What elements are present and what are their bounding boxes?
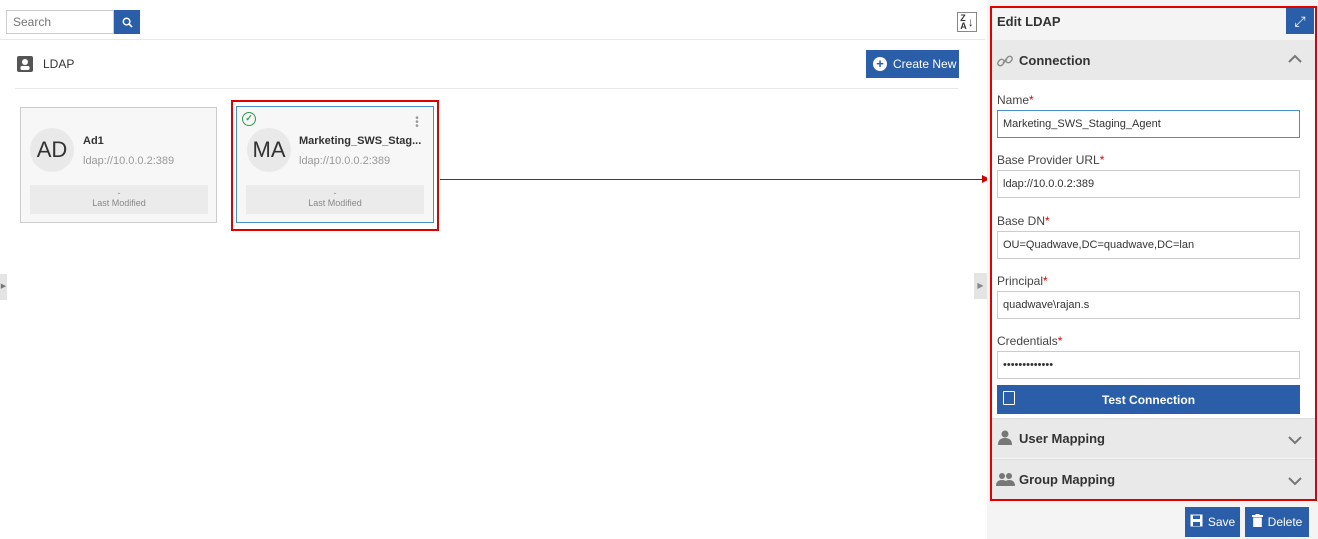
annotation-arrow-line xyxy=(440,179,985,180)
save-button[interactable]: Save xyxy=(1185,507,1240,537)
last-modified-label: Last Modified xyxy=(92,198,146,208)
panel-highlight-box xyxy=(990,6,1317,501)
last-modified-value: - xyxy=(117,188,121,198)
section-divider xyxy=(15,88,958,89)
floppy-disk-icon xyxy=(1190,514,1203,530)
card-footer: - Last Modified xyxy=(30,185,208,214)
search-button[interactable] xyxy=(114,10,140,34)
panel-collapse-handle[interactable]: ▶ xyxy=(974,273,987,299)
left-collapse-handle[interactable]: ▶ xyxy=(0,274,7,300)
create-new-button[interactable]: + Create New xyxy=(866,50,959,78)
search-icon xyxy=(122,17,133,28)
sort-az-icon: Z A ↓ xyxy=(960,13,974,31)
search-input[interactable] xyxy=(6,10,114,34)
section-title: LDAP xyxy=(43,57,75,71)
ldap-card-ad1[interactable]: AD Ad1 ldap://10.0.0.2:389 - Last Modifi… xyxy=(20,107,217,223)
plus-circle-icon: + xyxy=(873,57,887,71)
create-new-label: Create New xyxy=(893,57,957,71)
sort-glyph-bottom: A xyxy=(960,21,967,31)
trash-icon xyxy=(1251,514,1263,530)
card-highlight-box xyxy=(231,100,439,231)
avatar: AD xyxy=(30,128,74,172)
delete-label: Delete xyxy=(1267,515,1303,529)
save-label: Save xyxy=(1207,515,1236,529)
sort-az-button[interactable]: Z A ↓ xyxy=(957,12,977,32)
card-name: Ad1 xyxy=(83,135,104,147)
ldap-section-icon xyxy=(17,56,33,72)
card-url: ldap://10.0.0.2:389 xyxy=(83,155,175,167)
delete-button[interactable]: Delete xyxy=(1245,507,1309,537)
toolbar-divider xyxy=(0,39,985,40)
